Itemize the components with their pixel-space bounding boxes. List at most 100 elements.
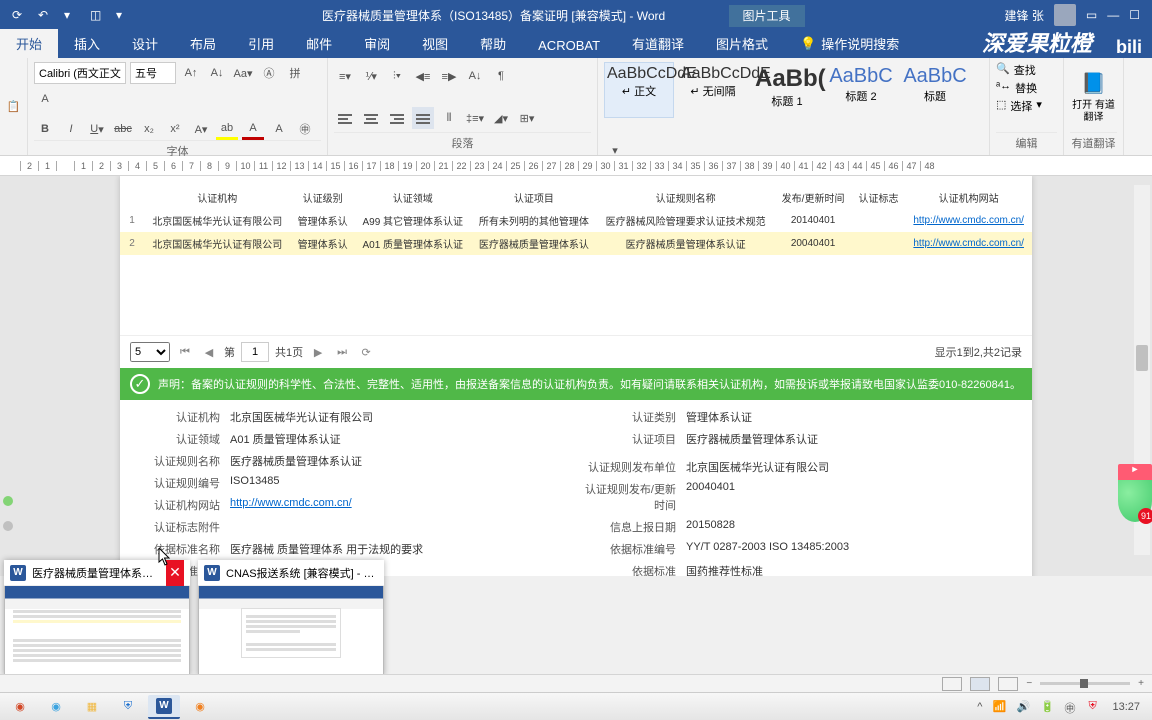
show-marks-icon[interactable]: ¶ [490, 65, 512, 87]
style-heading2[interactable]: AaBbC 标题 2 [826, 62, 896, 118]
subscript-button[interactable]: x₂ [138, 118, 160, 140]
text-effect-icon[interactable]: A▾ [190, 118, 212, 140]
sort-icon[interactable]: A↓ [464, 65, 486, 87]
taskbar-app-security[interactable]: ⛨ [112, 695, 144, 719]
tray-network-icon[interactable]: 📶 [992, 700, 1006, 714]
tray-clock[interactable]: 13:27 [1112, 701, 1140, 713]
paste-button[interactable]: 📋 [6, 96, 21, 118]
redo-icon[interactable]: ▾ [64, 8, 78, 22]
align-left-icon[interactable] [334, 107, 356, 129]
taskbar-app-word[interactable]: W [148, 695, 180, 719]
tab-review[interactable]: 审阅 [348, 29, 406, 58]
table-row[interactable]: 2 北京国医械华光认证有限公司 管理体系认 A01 质量管理体系认证 医疗器械质… [120, 232, 1032, 255]
line-spacing-icon[interactable]: ‡≡▾ [464, 107, 486, 129]
multilevel-icon[interactable]: ⫶▾ [386, 65, 408, 87]
tab-design[interactable]: 设计 [116, 29, 174, 58]
horizontal-ruler[interactable]: 21 1234567891011121314151617181920212223… [0, 156, 1152, 176]
italic-button[interactable]: I [60, 118, 82, 140]
taskbar-app-other[interactable]: ◉ [184, 695, 216, 719]
underline-button[interactable]: U▾ [86, 118, 108, 140]
borders-icon[interactable]: ⊞▾ [516, 107, 538, 129]
align-right-icon[interactable] [386, 107, 408, 129]
task-thumb-1[interactable]: W 医疗器械质量管理体系（... ✕ [4, 560, 190, 676]
strike-button[interactable]: abc [112, 118, 134, 140]
taskbar-app-explorer[interactable]: ▦ [76, 695, 108, 719]
font-name-select[interactable] [34, 62, 126, 84]
align-center-icon[interactable] [360, 107, 382, 129]
align-justify-icon[interactable] [412, 107, 434, 129]
tab-home[interactable]: 开始 [0, 29, 58, 58]
tab-insert[interactable]: 插入 [58, 29, 116, 58]
view-read-icon[interactable] [942, 677, 962, 691]
style-normal[interactable]: AaBbCcDdE ↵ 正文 [604, 62, 674, 118]
undo-icon[interactable]: ↶ [38, 8, 52, 22]
tab-view[interactable]: 视图 [406, 29, 464, 58]
table-row[interactable]: 1 北京国医械华光认证有限公司 管理体系认 A99 其它管理体系认证 所有未列明… [120, 209, 1032, 232]
tray-battery-icon[interactable]: 🔋 [1040, 700, 1054, 714]
tray-ime-icon[interactable]: ㊥ [1064, 700, 1078, 714]
scrollbar-thumb[interactable] [1136, 345, 1148, 371]
document-area[interactable]: 认证机构 认证级别 认证领域 认证项目 认证规则名称 发布/更新时间 认证标志 … [0, 176, 1152, 576]
highlight-color-icon[interactable]: ab [216, 118, 238, 140]
tray-volume-icon[interactable]: 🔊 [1016, 700, 1030, 714]
site-link[interactable]: http://www.cmdc.com.cn/ [913, 238, 1024, 249]
change-case-icon[interactable]: Aa▾ [232, 62, 254, 84]
distribute-icon[interactable]: ⫴ [438, 107, 460, 129]
style-title[interactable]: AaBbC 标题 [900, 62, 970, 118]
pager-next-icon[interactable]: ▶ [309, 343, 327, 361]
tab-help[interactable]: 帮助 [464, 29, 522, 58]
decrease-indent-icon[interactable]: ◀≡ [412, 65, 434, 87]
task-thumb-2[interactable]: W CNAS报送系统 [兼容模式] - W... [198, 560, 384, 676]
tab-picture-format[interactable]: 图片格式 [700, 29, 784, 58]
tab-references[interactable]: 引用 [232, 29, 290, 58]
style-heading1[interactable]: AaBb( 标题 1 [752, 62, 822, 118]
replace-button[interactable]: ᵃ↔替换 [996, 80, 1037, 96]
zoom-slider[interactable] [1040, 682, 1130, 685]
view-print-icon[interactable] [970, 677, 990, 691]
tray-shield-icon[interactable]: ⛨ [1088, 700, 1102, 714]
per-page-select[interactable]: 5 [130, 342, 170, 362]
tab-mail[interactable]: 邮件 [290, 29, 348, 58]
style-nospacing[interactable]: AaBbCcDdE ↵ 无间隔 [678, 62, 748, 118]
find-button[interactable]: 🔍查找 [996, 62, 1036, 78]
char-shading-icon[interactable]: A [268, 118, 290, 140]
maximize-icon[interactable]: ☐ [1129, 8, 1140, 22]
touch-icon[interactable]: ◫ [90, 8, 104, 22]
superscript-button[interactable]: x² [164, 118, 186, 140]
increase-indent-icon[interactable]: ≡▶ [438, 65, 460, 87]
pager-prev-icon[interactable]: ◀ [200, 343, 218, 361]
tab-youdao[interactable]: 有道翻译 [616, 29, 700, 58]
clear-format-icon[interactable]: Ⓐ [258, 62, 280, 84]
numbering-icon[interactable]: ⅟▾ [360, 65, 382, 87]
bullets-icon[interactable]: ≡▾ [334, 65, 356, 87]
zoom-out-icon[interactable]: − [1026, 678, 1032, 689]
user-avatar[interactable] [1054, 4, 1076, 26]
font-size-select[interactable] [130, 62, 176, 84]
taskbar-app-powerpoint[interactable]: ◉ [4, 695, 36, 719]
shading-icon[interactable]: ◢▾ [490, 107, 512, 129]
ribbon-display-icon[interactable]: ▭ [1086, 8, 1097, 22]
pager-refresh-icon[interactable]: ⟳ [357, 343, 375, 361]
autosave-icon[interactable]: ⟳ [12, 8, 26, 22]
pager-first-icon[interactable]: ⏮ [176, 343, 194, 361]
site-link[interactable]: http://www.cmdc.com.cn/ [913, 215, 1024, 226]
char-border-icon[interactable]: A [34, 88, 56, 110]
page-number-input[interactable] [241, 342, 269, 362]
bold-button[interactable]: B [34, 118, 56, 140]
tray-up-icon[interactable]: ^ [977, 701, 982, 713]
detail-value[interactable]: http://www.cmdc.com.cn/ [230, 497, 352, 513]
youdao-open-icon[interactable]: 📘 [1081, 71, 1106, 96]
view-web-icon[interactable] [998, 677, 1018, 691]
zoom-in-icon[interactable]: + [1138, 678, 1144, 689]
font-color-icon[interactable]: A [242, 118, 264, 140]
taskbar-app-browser[interactable]: ◉ [40, 695, 72, 719]
phonetic-icon[interactable]: 拼 [284, 62, 306, 84]
tab-layout[interactable]: 布局 [174, 29, 232, 58]
tab-acrobat[interactable]: ACROBAT [522, 33, 616, 58]
qat-more-icon[interactable]: ▾ [116, 8, 122, 22]
floating-badge[interactable]: ► [1118, 464, 1152, 522]
pager-last-icon[interactable]: ⏭ [333, 343, 351, 361]
enclose-char-icon[interactable]: ㊥ [294, 118, 316, 140]
select-button[interactable]: ⬚选择▾ [996, 98, 1042, 114]
decrease-font-icon[interactable]: A↓ [206, 62, 228, 84]
